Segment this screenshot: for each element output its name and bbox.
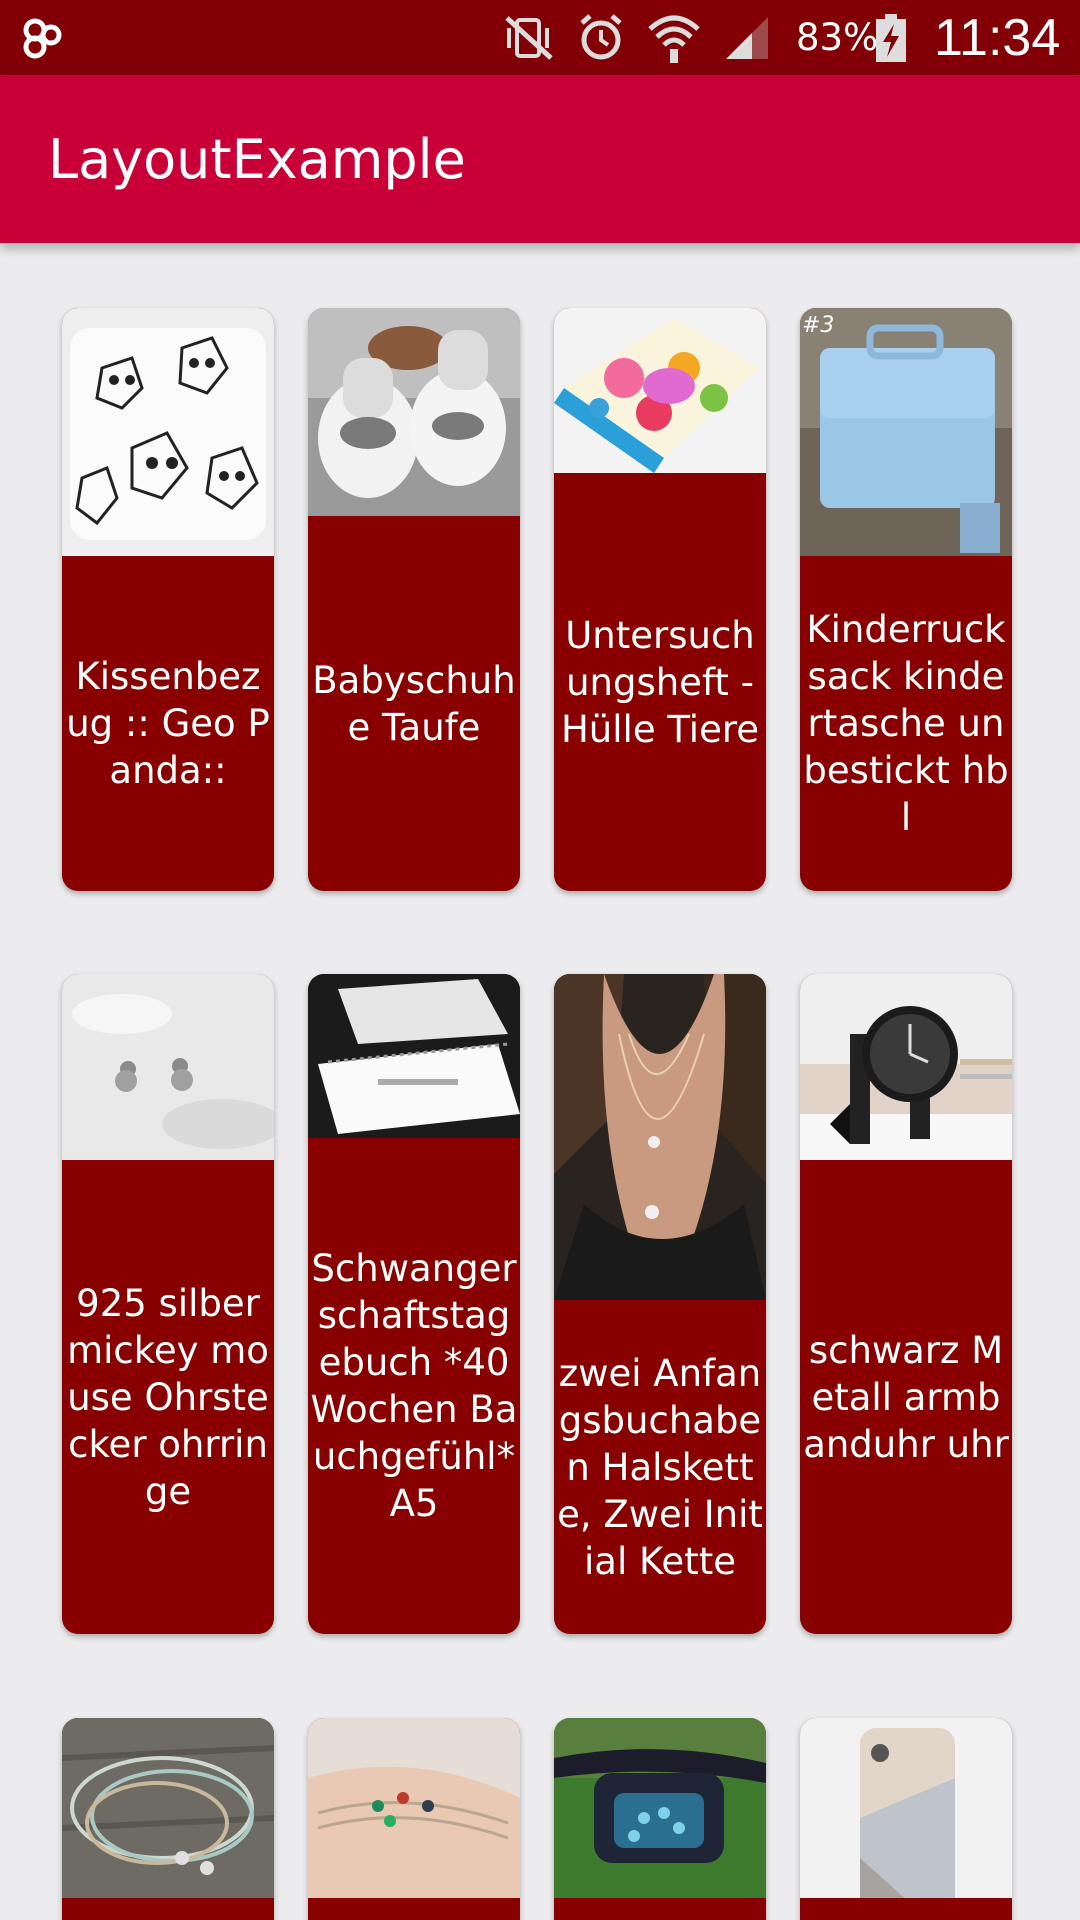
product-image [308,974,520,1138]
wifi-icon [646,0,702,75]
product-title: Kissenbezug :: Geo Panda:: [66,655,270,792]
product-title: zwei Anfangsbuchaben Halskette, Zwei Ini… [557,1351,763,1583]
cell-signal-icon [722,0,772,75]
product-image [308,1718,520,1898]
alarm-clock-icon [576,0,626,75]
product-title [62,1898,274,1920]
vibrate-off-icon [503,0,555,75]
app-title: LayoutExample [48,127,466,191]
product-title: Schwangerschaftstagebuch *40 Wochen Bauc… [310,1247,518,1525]
product-title [800,1898,1012,1920]
notification-app-icon [20,0,66,75]
product-image [62,1718,274,1898]
product-card[interactable]: Babyschuhe Taufe [308,308,520,891]
product-card[interactable] [62,1718,274,1920]
product-title: Untersuchungsheft - Hülle Tiere [560,613,760,751]
product-title [308,1898,520,1920]
product-title: Kinderrucksack kindertasche unbestickt h… [803,608,1009,839]
product-image [62,974,274,1160]
battery-percent: 83% [796,16,879,59]
product-image [800,974,1012,1160]
product-card[interactable]: Kissenbezug :: Geo Panda:: [62,308,274,891]
product-card[interactable]: zwei Anfangsbuchaben Halskette, Zwei Ini… [554,974,766,1634]
product-card[interactable]: #3 Kinderrucksack kindertasche unbestick… [800,308,1012,891]
battery-charging-icon [874,0,908,75]
product-image [554,1718,766,1898]
product-grid: Kissenbezug :: Geo Panda:: Babyschuhe Ta… [0,243,1080,1920]
product-card[interactable]: Untersuchungsheft - Hülle Tiere [554,308,766,891]
clock-time: 11:34 [934,8,1061,67]
product-card[interactable]: 925 silber mickey mouse Ohrstecker ohrri… [62,974,274,1634]
product-image [554,974,766,1300]
product-title: 925 silber mickey mouse Ohrstecker ohrri… [67,1281,269,1513]
product-image [62,308,274,556]
product-card[interactable] [800,1718,1012,1920]
product-card[interactable]: Schwangerschaftstagebuch *40 Wochen Bauc… [308,974,520,1634]
product-card[interactable] [308,1718,520,1920]
product-image [308,308,520,516]
svg-text:#3: #3 [802,313,834,338]
product-image [554,308,766,473]
product-card[interactable] [554,1718,766,1920]
product-image [800,1718,1012,1898]
product-title: Babyschuhe Taufe [312,658,516,749]
product-card[interactable]: schwarz Metall armbanduhr uhr [800,974,1012,1634]
product-image: #3 [800,308,1012,556]
product-title [554,1898,766,1920]
status-bar: 83% 11:34 [0,0,1080,75]
app-bar: LayoutExample [0,75,1080,243]
product-title: schwarz Metall armbanduhr uhr [803,1328,1009,1466]
